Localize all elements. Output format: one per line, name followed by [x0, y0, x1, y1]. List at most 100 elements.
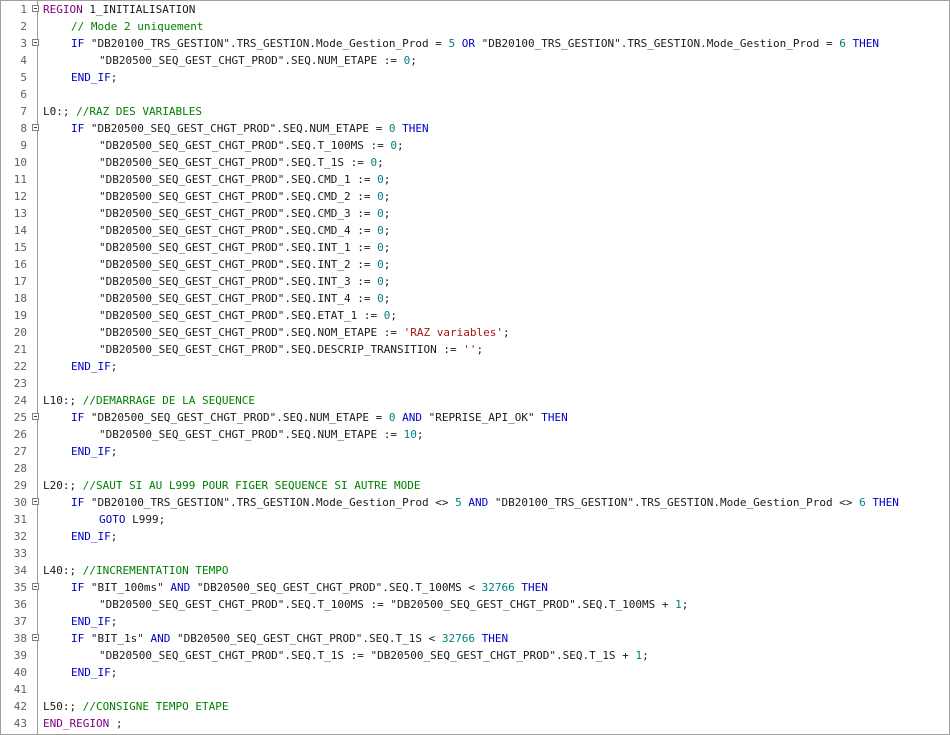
- code-token-plain: "DB20500_SEQ_GEST_CHGT_PROD".SEQ.DESCRIP…: [99, 343, 464, 356]
- code-token-plain: L10:;: [43, 394, 83, 407]
- code-token-plain: ;: [110, 666, 118, 679]
- code-line[interactable]: 17 "DB20500_SEQ_GEST_CHGT_PROD".SEQ.INT_3…: [1, 273, 949, 290]
- code-line[interactable]: 20 "DB20500_SEQ_GEST_CHGT_PROD".SEQ.NOM_E…: [1, 324, 949, 341]
- code-text: END_IF;: [43, 613, 117, 630]
- code-token-plain: ;: [390, 309, 398, 322]
- line-number: 38: [13, 632, 27, 645]
- fold-toggle-icon[interactable]: [32, 413, 39, 420]
- code-token-kw: IF: [71, 37, 85, 50]
- fold-toggle-icon[interactable]: [32, 39, 39, 46]
- code-token-num: 0: [377, 241, 384, 254]
- line-number: 41: [13, 683, 27, 696]
- code-line[interactable]: 8 IF "DB20500_SEQ_GEST_CHGT_PROD".SEQ.NUM…: [1, 120, 949, 137]
- code-text: "DB20500_SEQ_GEST_CHGT_PROD".SEQ.NOM_ETA…: [43, 324, 510, 341]
- code-line[interactable]: 27 END_IF;: [1, 443, 949, 460]
- code-line[interactable]: 40 END_IF;: [1, 664, 949, 681]
- code-token-plain: "DB20500_SEQ_GEST_CHGT_PROD".SEQ.T_1S <: [170, 632, 442, 645]
- code-token-kw: IF: [71, 496, 85, 509]
- code-token-comment: //DEMARRAGE DE LA SEQUENCE: [82, 394, 255, 407]
- code-line[interactable]: 7 L0:; //RAZ DES VARIABLES: [1, 103, 949, 120]
- code-line[interactable]: 30 IF "DB20100_TRS_GESTION".TRS_GESTION.M…: [1, 494, 949, 511]
- code-line[interactable]: 43 END_REGION ;: [1, 715, 949, 732]
- code-text: END_REGION ;: [43, 715, 122, 732]
- code-line[interactable]: 22 END_IF;: [1, 358, 949, 375]
- code-text: "DB20500_SEQ_GEST_CHGT_PROD".SEQ.INT_2 :…: [43, 256, 390, 273]
- code-text: "DB20500_SEQ_GEST_CHGT_PROD".SEQ.INT_3 :…: [43, 273, 390, 290]
- code-line[interactable]: 9 "DB20500_SEQ_GEST_CHGT_PROD".SEQ.T_100M…: [1, 137, 949, 154]
- code-line[interactable]: 3 IF "DB20100_TRS_GESTION".TRS_GESTION.Mo…: [1, 35, 949, 52]
- code-editor[interactable]: 1 REGION 1_INITIALISATION 2 // Mode 2 uniqu…: [0, 0, 950, 735]
- code-line[interactable]: 42 L50:; //CONSIGNE TEMPO ETAPE: [1, 698, 949, 715]
- code-text: IF "DB20100_TRS_GESTION".TRS_GESTION.Mod…: [43, 35, 879, 52]
- code-token-kw: IF: [71, 122, 85, 135]
- code-line[interactable]: 25 IF "DB20500_SEQ_GEST_CHGT_PROD".SEQ.NU…: [1, 409, 949, 426]
- code-line[interactable]: 14 "DB20500_SEQ_GEST_CHGT_PROD".SEQ.CMD_4…: [1, 222, 949, 239]
- code-line[interactable]: 19 "DB20500_SEQ_GEST_CHGT_PROD".SEQ.ETAT_…: [1, 307, 949, 324]
- fold-toggle-icon[interactable]: [32, 124, 39, 131]
- code-text: "DB20500_SEQ_GEST_CHGT_PROD".SEQ.T_100MS…: [43, 137, 404, 154]
- code-line[interactable]: 13 "DB20500_SEQ_GEST_CHGT_PROD".SEQ.CMD_3…: [1, 205, 949, 222]
- code-text: "DB20500_SEQ_GEST_CHGT_PROD".SEQ.NUM_ETA…: [43, 426, 424, 443]
- code-line[interactable]: 41: [1, 681, 949, 698]
- code-token-num: 10: [403, 428, 417, 441]
- code-token-plain: ;: [110, 445, 118, 458]
- code-line[interactable]: 28: [1, 460, 949, 477]
- code-token-plain: "DB20500_SEQ_GEST_CHGT_PROD".SEQ.T_1S :=…: [99, 649, 636, 662]
- code-line[interactable]: 24 L10:; //DEMARRAGE DE LA SEQUENCE: [1, 392, 949, 409]
- code-line[interactable]: 35 IF "BIT_100ms" AND "DB20500_SEQ_GEST_C…: [1, 579, 949, 596]
- fold-toggle-icon[interactable]: [32, 634, 39, 641]
- code-line[interactable]: 15 "DB20500_SEQ_GEST_CHGT_PROD".SEQ.INT_1…: [1, 239, 949, 256]
- code-text: L0:; //RAZ DES VARIABLES: [43, 103, 202, 120]
- code-line[interactable]: 21 "DB20500_SEQ_GEST_CHGT_PROD".SEQ.DESCR…: [1, 341, 949, 358]
- code-line[interactable]: 39 "DB20500_SEQ_GEST_CHGT_PROD".SEQ.T_1S …: [1, 647, 949, 664]
- code-line[interactable]: 11 "DB20500_SEQ_GEST_CHGT_PROD".SEQ.CMD_1…: [1, 171, 949, 188]
- fold-toggle-icon[interactable]: [32, 5, 39, 12]
- fold-toggle-icon[interactable]: [32, 583, 39, 590]
- line-number: 2: [20, 20, 27, 33]
- line-number: 14: [13, 224, 27, 237]
- code-token-num: 0: [388, 122, 396, 135]
- code-line[interactable]: 26 "DB20500_SEQ_GEST_CHGT_PROD".SEQ.NUM_E…: [1, 426, 949, 443]
- code-line[interactable]: 23: [1, 375, 949, 392]
- code-line[interactable]: 37 END_IF;: [1, 613, 949, 630]
- code-line[interactable]: 10 "DB20500_SEQ_GEST_CHGT_PROD".SEQ.T_1S …: [1, 154, 949, 171]
- code-line[interactable]: 36 "DB20500_SEQ_GEST_CHGT_PROD".SEQ.T_100…: [1, 596, 949, 613]
- code-text: "DB20500_SEQ_GEST_CHGT_PROD".SEQ.T_100MS…: [43, 596, 688, 613]
- code-line[interactable]: 16 "DB20500_SEQ_GEST_CHGT_PROD".SEQ.INT_2…: [1, 256, 949, 273]
- code-line[interactable]: 1 REGION 1_INITIALISATION: [1, 1, 949, 18]
- code-line[interactable]: 4 "DB20500_SEQ_GEST_CHGT_PROD".SEQ.NUM_ET…: [1, 52, 949, 69]
- code-line[interactable]: 5 END_IF;: [1, 69, 949, 86]
- code-line[interactable]: 34 L40:; //INCREMENTATION TEMPO: [1, 562, 949, 579]
- fold-toggle-icon[interactable]: [32, 498, 39, 505]
- code-text: IF "DB20100_TRS_GESTION".TRS_GESTION.Mod…: [43, 494, 899, 511]
- code-token-plain: "DB20500_SEQ_GEST_CHGT_PROD".SEQ.NUM_ETA…: [99, 428, 404, 441]
- code-token-plain: ;: [383, 241, 391, 254]
- line-number: 31: [13, 513, 27, 526]
- code-token-num: 0: [377, 224, 384, 237]
- code-line[interactable]: 2 // Mode 2 uniquement: [1, 18, 949, 35]
- code-token-plain: ;: [110, 530, 118, 543]
- line-number: 15: [13, 241, 27, 254]
- code-line[interactable]: 18 "DB20500_SEQ_GEST_CHGT_PROD".SEQ.INT_4…: [1, 290, 949, 307]
- code-line[interactable]: 12 "DB20500_SEQ_GEST_CHGT_PROD".SEQ.CMD_2…: [1, 188, 949, 205]
- code-line[interactable]: 33: [1, 545, 949, 562]
- code-token-kw: THEN: [521, 581, 548, 594]
- code-line[interactable]: 32 END_IF;: [1, 528, 949, 545]
- code-token-plain: "DB20500_SEQ_GEST_CHGT_PROD".SEQ.INT_1 :…: [99, 241, 378, 254]
- code-text: END_IF;: [43, 443, 117, 460]
- code-line[interactable]: 29 L20:; //SAUT SI AU L999 POUR FIGER SEQ…: [1, 477, 949, 494]
- code-line[interactable]: 6: [1, 86, 949, 103]
- code-text: "DB20500_SEQ_GEST_CHGT_PROD".SEQ.NUM_ETA…: [43, 52, 417, 69]
- code-token-region: END_REGION: [43, 717, 110, 730]
- code-text: L20:; //SAUT SI AU L999 POUR FIGER SEQUE…: [43, 477, 421, 494]
- code-token-num: 0: [388, 411, 396, 424]
- code-token-plain: ;: [383, 173, 391, 186]
- code-token-plain: ;: [416, 428, 424, 441]
- code-text: END_IF;: [43, 664, 117, 681]
- code-token-kw: END_IF: [71, 71, 111, 84]
- line-number: 16: [13, 258, 27, 271]
- code-line[interactable]: 31 GOTO L999;: [1, 511, 949, 528]
- code-line[interactable]: 38 IF "BIT_1s" AND "DB20500_SEQ_GEST_CHGT…: [1, 630, 949, 647]
- line-number: 20: [13, 326, 27, 339]
